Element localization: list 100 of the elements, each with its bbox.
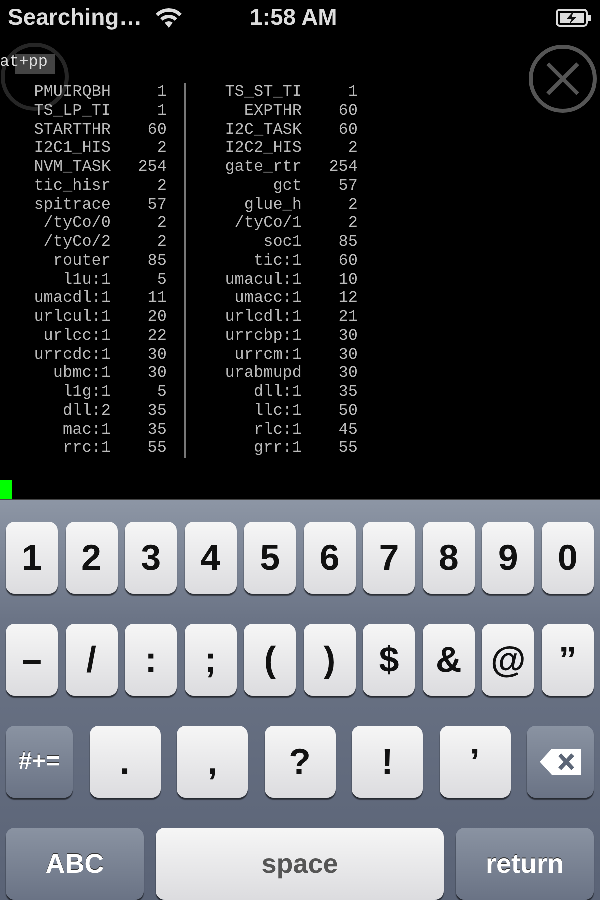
keyboard-key[interactable]: @ bbox=[482, 624, 534, 696]
keyboard-key[interactable]: ) bbox=[304, 624, 356, 696]
process-name: l1u:1 bbox=[62, 270, 111, 290]
process-value: 57 bbox=[146, 196, 167, 214]
process-name: tic:1 bbox=[252, 252, 302, 270]
close-icon[interactable] bbox=[528, 44, 598, 114]
process-name: urlcdl:1 bbox=[224, 308, 302, 327]
process-name: dll:2 bbox=[62, 402, 111, 420]
process-name: I2C1_HIS bbox=[33, 139, 111, 158]
process-name: STARTTHR bbox=[33, 120, 111, 140]
process-name: gate_rtr bbox=[224, 158, 302, 177]
process-value: 60 bbox=[338, 120, 358, 140]
keyboard-key[interactable]: 4 bbox=[184, 522, 237, 594]
keyboard-key[interactable]: & bbox=[422, 624, 475, 696]
process-value: 10 bbox=[338, 270, 358, 290]
keyboard-key[interactable]: ; bbox=[184, 624, 237, 696]
process-value: 2 bbox=[347, 139, 358, 158]
process-value: 50 bbox=[338, 402, 358, 420]
process-name: urrcm:1 bbox=[234, 346, 302, 364]
process-value: 1 bbox=[347, 83, 358, 102]
process-value: 57 bbox=[338, 176, 358, 196]
process-value: 60 bbox=[338, 102, 358, 120]
keyboard-key[interactable]: , bbox=[177, 726, 248, 798]
process-name: /tyCo/0 bbox=[42, 214, 111, 233]
process-name: soc1 bbox=[262, 233, 302, 252]
keyboard-key[interactable]: 6 bbox=[304, 522, 356, 594]
process-value: 5 bbox=[156, 383, 167, 402]
keyboard-key[interactable]: ABC bbox=[6, 828, 144, 900]
process-name: urabmupd bbox=[224, 364, 302, 383]
process-value: 254 bbox=[328, 158, 358, 177]
clock-time: 1:58 AM bbox=[250, 4, 338, 31]
process-value: 1 bbox=[156, 102, 167, 120]
keyboard-key[interactable]: / bbox=[66, 624, 118, 696]
process-value: 2 bbox=[156, 176, 167, 196]
keyboard-key[interactable]: 3 bbox=[125, 522, 178, 594]
process-value: 22 bbox=[146, 326, 167, 346]
process-name: l1g:1 bbox=[62, 383, 111, 402]
process-name: dll:1 bbox=[252, 383, 302, 402]
process-value: 20 bbox=[146, 308, 167, 327]
process-value: 2 bbox=[156, 233, 167, 252]
process-name: grr:1 bbox=[252, 439, 302, 458]
process-name: mac:1 bbox=[62, 420, 111, 440]
keyboard-key[interactable]: 0 bbox=[542, 522, 594, 594]
keyboard-key[interactable]: 5 bbox=[244, 522, 296, 594]
process-value: 2 bbox=[347, 196, 358, 214]
process-name: urlcc:1 bbox=[42, 326, 111, 346]
space-key[interactable]: space bbox=[156, 828, 444, 900]
process-name: llc:1 bbox=[252, 402, 302, 420]
keyboard-key[interactable]: 7 bbox=[363, 522, 416, 594]
process-name: gct bbox=[272, 176, 302, 196]
backspace-icon bbox=[538, 747, 584, 777]
process-value: 30 bbox=[338, 364, 358, 383]
process-name: TS_ST_TI bbox=[224, 83, 302, 102]
process-name: NVM_TASK bbox=[33, 158, 111, 177]
process-name: umacdl:1 bbox=[33, 289, 111, 308]
process-name: I2C2_HIS bbox=[224, 139, 302, 158]
keyboard-key[interactable]: ( bbox=[244, 624, 296, 696]
process-name: TS_LP_TI bbox=[33, 102, 111, 120]
process-name: rrc:1 bbox=[62, 439, 111, 458]
keyboard-key[interactable]: : bbox=[125, 624, 178, 696]
keyboard-key[interactable]: ? bbox=[264, 726, 336, 798]
keyboard-key[interactable]: $ bbox=[363, 624, 416, 696]
keyboard-key[interactable]: #+= bbox=[6, 726, 73, 798]
process-name: spitrace bbox=[33, 196, 111, 214]
process-value: 60 bbox=[146, 120, 167, 140]
process-name: urrcbp:1 bbox=[224, 326, 302, 346]
process-name: ubmc:1 bbox=[52, 364, 111, 383]
keyboard-key[interactable]: 1 bbox=[6, 522, 58, 594]
command-text: at+pp bbox=[0, 52, 48, 72]
process-name: tic_hisr bbox=[33, 176, 111, 196]
process-name: I2C_TASK bbox=[224, 120, 302, 140]
keyboard-key[interactable]: return bbox=[456, 828, 594, 900]
wifi-icon bbox=[154, 6, 184, 28]
process-name: PMUIRQBH bbox=[33, 83, 111, 102]
keyboard-key[interactable]: 9 bbox=[482, 522, 534, 594]
process-value: 21 bbox=[338, 308, 358, 327]
process-value: 45 bbox=[338, 420, 358, 440]
keyboard-key[interactable]: . bbox=[90, 726, 160, 798]
keyboard-key[interactable]: ! bbox=[352, 726, 423, 798]
process-value: 2 bbox=[347, 214, 358, 233]
process-name: /tyCo/2 bbox=[42, 233, 111, 252]
process-name: umacul:1 bbox=[224, 270, 302, 290]
process-value: 1 bbox=[156, 83, 167, 102]
process-value: 30 bbox=[338, 326, 358, 346]
process-value: 2 bbox=[156, 139, 167, 158]
process-value: 35 bbox=[146, 420, 167, 440]
process-value: 30 bbox=[338, 346, 358, 364]
keyboard-key[interactable]: 2 bbox=[66, 522, 118, 594]
process-value: 2 bbox=[156, 214, 167, 233]
keyboard-key[interactable]: ’ bbox=[440, 726, 510, 798]
delete-key[interactable] bbox=[527, 726, 594, 798]
process-name: glue_h bbox=[243, 196, 302, 214]
process-value: 60 bbox=[338, 252, 358, 270]
process-value: 85 bbox=[338, 233, 358, 252]
process-value: 11 bbox=[146, 289, 167, 308]
keyboard-key[interactable]: ” bbox=[542, 624, 594, 696]
process-value: 30 bbox=[146, 364, 167, 383]
keyboard-key[interactable]: 8 bbox=[422, 522, 475, 594]
keyboard-key[interactable]: – bbox=[6, 624, 58, 696]
process-name: EXPTHR bbox=[243, 102, 302, 120]
